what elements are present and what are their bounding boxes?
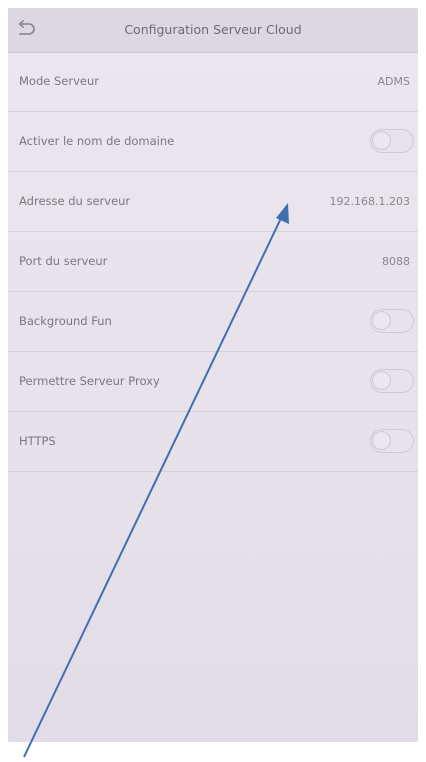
server-address-value: 192.168.1.203 (329, 195, 410, 208)
setting-label: Permettre Serveur Proxy (19, 374, 160, 388)
photo-frame: Configuration Serveur Cloud Mode Serveur… (0, 0, 426, 762)
setting-row-server-mode[interactable]: Mode Serveur ADMS (8, 52, 418, 112)
domain-name-toggle[interactable] (370, 129, 414, 153)
setting-row-background-fun: Background Fun (8, 292, 418, 352)
top-bar: Configuration Serveur Cloud (8, 8, 418, 53)
setting-row-https: HTTPS (8, 412, 418, 472)
background-fun-toggle[interactable] (370, 309, 414, 333)
setting-row-server-address[interactable]: Adresse du serveur 192.168.1.203 (8, 172, 418, 232)
settings-list: Mode Serveur ADMS Activer le nom de doma… (8, 52, 418, 472)
toggle-knob (372, 431, 391, 450)
setting-label: HTTPS (19, 434, 56, 448)
server-port-value: 8088 (382, 255, 410, 268)
toggle-knob (372, 311, 391, 330)
setting-label: Port du serveur (19, 254, 108, 268)
device-screen: Configuration Serveur Cloud Mode Serveur… (8, 8, 418, 742)
page-title: Configuration Serveur Cloud (124, 22, 302, 37)
setting-label: Activer le nom de domaine (19, 134, 175, 148)
setting-row-proxy-server: Permettre Serveur Proxy (8, 352, 418, 412)
back-arrow-icon[interactable] (16, 19, 38, 41)
setting-label: Adresse du serveur (19, 194, 131, 208)
setting-label: Background Fun (19, 314, 112, 328)
setting-label: Mode Serveur (19, 74, 99, 88)
setting-value: ADMS (377, 75, 410, 88)
toggle-knob (372, 131, 391, 150)
https-toggle[interactable] (370, 429, 414, 453)
toggle-knob (372, 371, 391, 390)
proxy-server-toggle[interactable] (370, 369, 414, 393)
setting-row-domain-name: Activer le nom de domaine (8, 112, 418, 172)
setting-row-server-port[interactable]: Port du serveur 8088 (8, 232, 418, 292)
